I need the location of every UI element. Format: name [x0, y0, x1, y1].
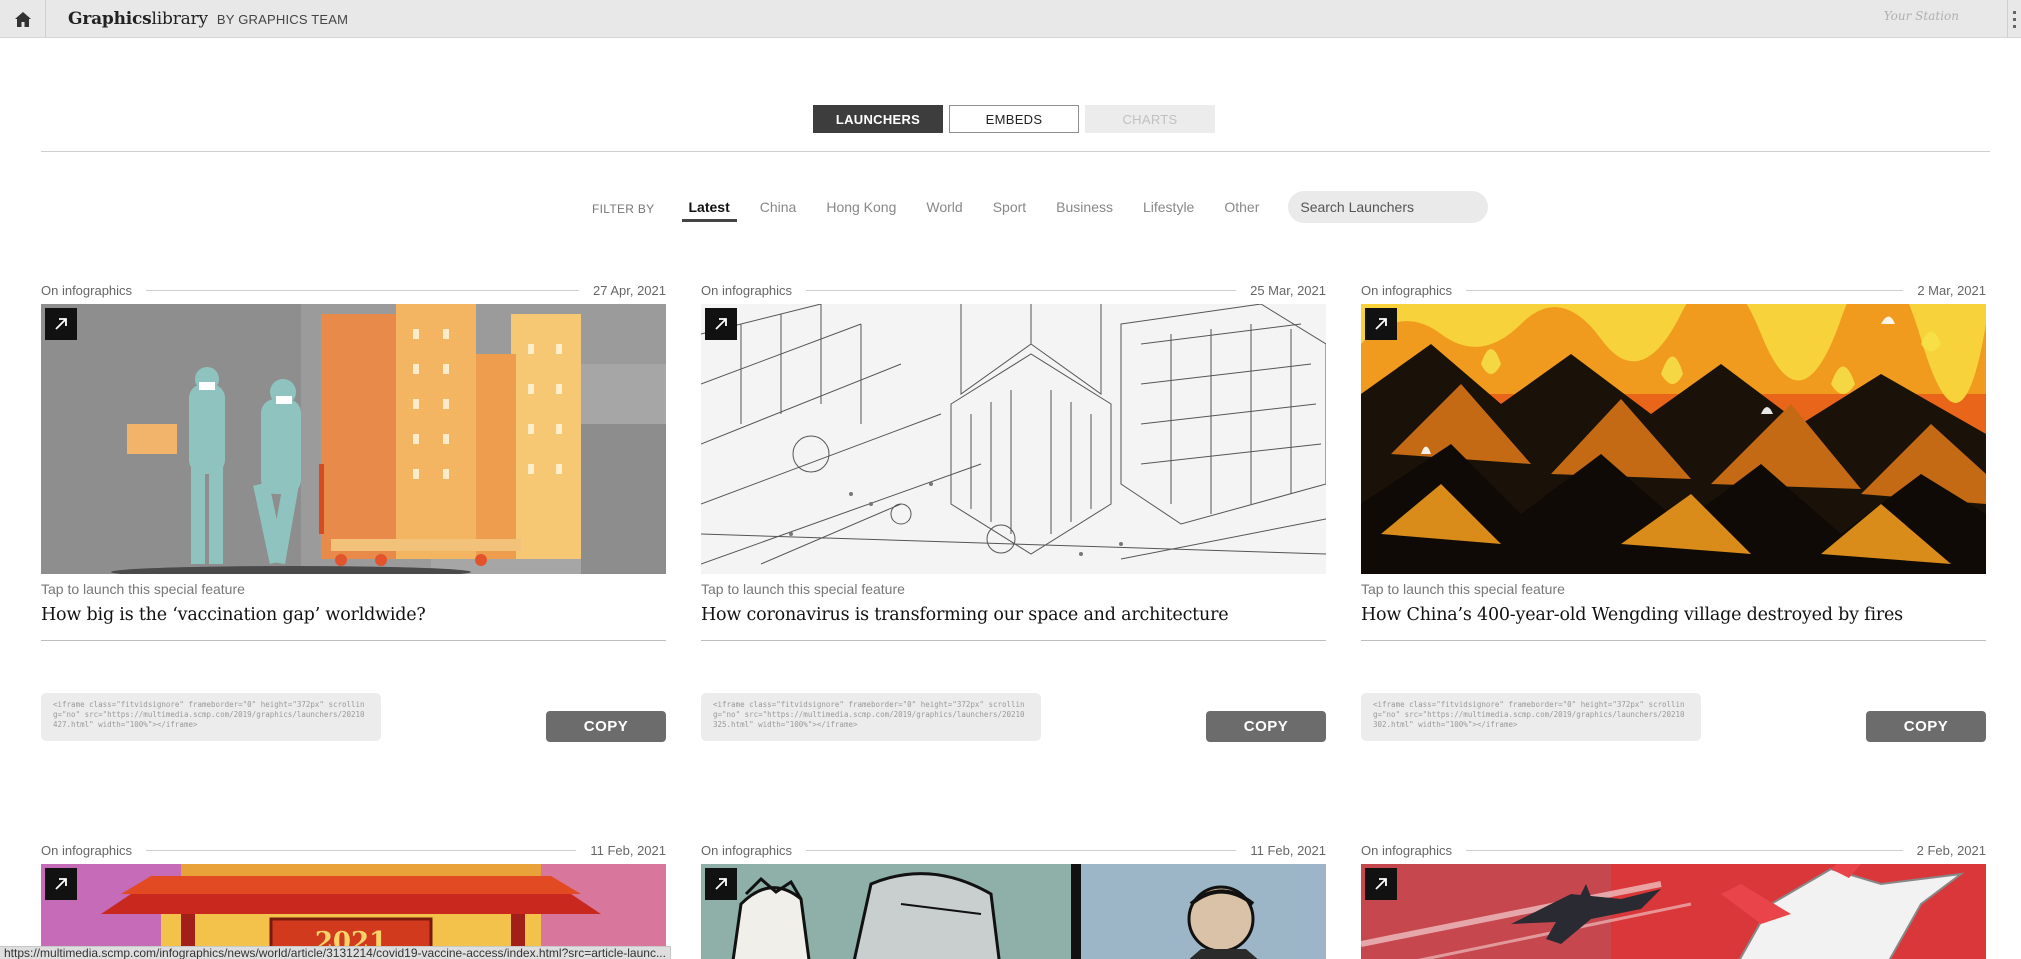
title-rule — [41, 640, 666, 641]
meta-rule — [146, 849, 577, 851]
card-title[interactable]: How China’s 400-year-old Wengding villag… — [1361, 605, 1986, 625]
launch-arrow-icon[interactable] — [45, 308, 77, 340]
comic-protest-illustration — [701, 864, 1326, 959]
card-thumbnail[interactable] — [41, 304, 666, 574]
vaccine-warehouse-illustration — [41, 304, 666, 574]
filter-hong-kong[interactable]: Hong Kong — [819, 190, 903, 224]
embed-code[interactable]: <iframe class="fitvidsignore" frameborde… — [1361, 693, 1701, 741]
filter-china[interactable]: China — [753, 190, 804, 224]
launcher-card: On infographics 25 Mar, 2021 Tap to laun… — [701, 282, 1326, 753]
launcher-card: On infographics 2 Feb, 2021 — [1361, 842, 1986, 959]
card-meta: On infographics 2 Mar, 2021 — [1361, 282, 1986, 298]
launch-arrow-icon[interactable] — [705, 868, 737, 900]
card-category[interactable]: On infographics — [41, 843, 132, 858]
tab-launchers[interactable]: LAUNCHERS — [813, 105, 943, 133]
launch-arrow-icon[interactable] — [1365, 868, 1397, 900]
home-button[interactable] — [0, 0, 46, 38]
meta-rule — [806, 289, 1237, 291]
card-thumbnail[interactable] — [701, 304, 1326, 574]
card-category[interactable]: On infographics — [1361, 283, 1452, 298]
card-meta: On infographics 27 Apr, 2021 — [41, 282, 666, 298]
launcher-card: On infographics 11 Feb, 2021 — [701, 842, 1326, 959]
card-title[interactable]: How coronavirus is transforming our spac… — [701, 605, 1326, 625]
card-meta: On infographics 25 Mar, 2021 — [701, 282, 1326, 298]
top-bar: Graphics library BY GRAPHICS TEAM Your St… — [0, 0, 2021, 38]
card-title[interactable]: How big is the ‘vaccination gap’ worldwi… — [41, 605, 666, 625]
tab-embeds[interactable]: EMBEDS — [949, 105, 1079, 133]
card-thumbnail[interactable] — [1361, 304, 1986, 574]
brand-logo[interactable]: Graphics library BY GRAPHICS TEAM — [68, 9, 348, 29]
launch-arrow-icon[interactable] — [1365, 308, 1397, 340]
embed-row: <iframe class="fitvidsignore" frameborde… — [1361, 693, 1986, 753]
filter-world[interactable]: World — [919, 190, 969, 224]
launcher-card: On infographics 2 Mar, 2021 Tap to launc… — [1361, 282, 1986, 753]
card-date: 2 Mar, 2021 — [1917, 282, 1986, 298]
filter-sport[interactable]: Sport — [986, 190, 1033, 224]
card-date: 11 Feb, 2021 — [590, 842, 666, 858]
embed-row: <iframe class="fitvidsignore" frameborde… — [701, 693, 1326, 753]
launcher-card: On infographics 11 Feb, 2021 2021 — [41, 842, 666, 959]
launch-arrow-icon[interactable] — [705, 308, 737, 340]
filter-latest[interactable]: Latest — [681, 190, 737, 224]
card-category[interactable]: On infographics — [701, 843, 792, 858]
brand-byline: BY GRAPHICS TEAM — [216, 12, 349, 27]
card-thumbnail[interactable] — [701, 864, 1326, 959]
brand-name-light: library — [151, 9, 209, 29]
card-date: 11 Feb, 2021 — [1250, 842, 1326, 858]
embed-row: <iframe class="fitvidsignore" frameborde… — [41, 693, 666, 753]
filter-other[interactable]: Other — [1217, 190, 1266, 224]
village-fire-illustration — [1361, 304, 1986, 574]
filter-business[interactable]: Business — [1049, 190, 1120, 224]
meta-rule — [1466, 289, 1904, 291]
meta-rule — [1466, 849, 1903, 851]
card-thumbnail[interactable] — [1361, 864, 1986, 959]
filter-bar: FILTER BY Latest China Hong Kong World S… — [592, 190, 1489, 224]
fighter-jet-illustration — [1361, 864, 1986, 959]
title-rule — [1361, 640, 1986, 641]
tap-to-launch-text: Tap to launch this special feature — [1361, 581, 1565, 597]
copy-button[interactable]: COPY — [1866, 711, 1986, 742]
launch-arrow-icon[interactable] — [45, 868, 77, 900]
meta-rule — [806, 849, 1237, 851]
card-date: 27 Apr, 2021 — [592, 282, 666, 298]
card-meta: On infographics 11 Feb, 2021 — [41, 842, 666, 858]
copy-button[interactable]: COPY — [1206, 711, 1326, 742]
card-date: 2 Feb, 2021 — [1916, 842, 1986, 858]
card-thumbnail[interactable]: 2021 — [41, 864, 666, 959]
architecture-sketch-illustration — [701, 304, 1326, 574]
home-icon — [14, 11, 31, 27]
card-meta: On infographics 2 Feb, 2021 — [1361, 842, 1986, 858]
title-rule — [701, 640, 1326, 641]
filter-label: FILTER BY — [592, 201, 655, 216]
embed-code[interactable]: <iframe class="fitvidsignore" frameborde… — [701, 693, 1041, 741]
section-divider — [41, 151, 1990, 152]
embed-code[interactable]: <iframe class="fitvidsignore" frameborde… — [41, 693, 381, 741]
signature-logo: Your Station — [1883, 9, 1959, 23]
card-category[interactable]: On infographics — [1361, 843, 1452, 858]
filter-lifestyle[interactable]: Lifestyle — [1136, 190, 1201, 224]
search-input[interactable] — [1288, 191, 1489, 223]
brand-name-bold: Graphics — [68, 9, 152, 29]
card-category[interactable]: On infographics — [41, 283, 132, 298]
tap-to-launch-text: Tap to launch this special feature — [41, 581, 245, 597]
link-status-bar: https://multimedia.scmp.com/infographics… — [0, 946, 671, 959]
copy-button[interactable]: COPY — [546, 711, 666, 742]
meta-rule — [146, 289, 579, 291]
more-menu-icon[interactable] — [2007, 0, 2021, 38]
card-date: 25 Mar, 2021 — [1250, 282, 1326, 298]
card-meta: On infographics 11 Feb, 2021 — [701, 842, 1326, 858]
tap-to-launch-text: Tap to launch this special feature — [701, 581, 905, 597]
mode-tabs: LAUNCHERS EMBEDS CHARTS — [813, 105, 1215, 133]
launcher-card: On infographics 27 Apr, 2021 Tap to laun… — [41, 282, 666, 753]
card-category[interactable]: On infographics — [701, 283, 792, 298]
new-year-gate-illustration: 2021 — [41, 864, 666, 959]
tab-charts: CHARTS — [1085, 105, 1215, 133]
